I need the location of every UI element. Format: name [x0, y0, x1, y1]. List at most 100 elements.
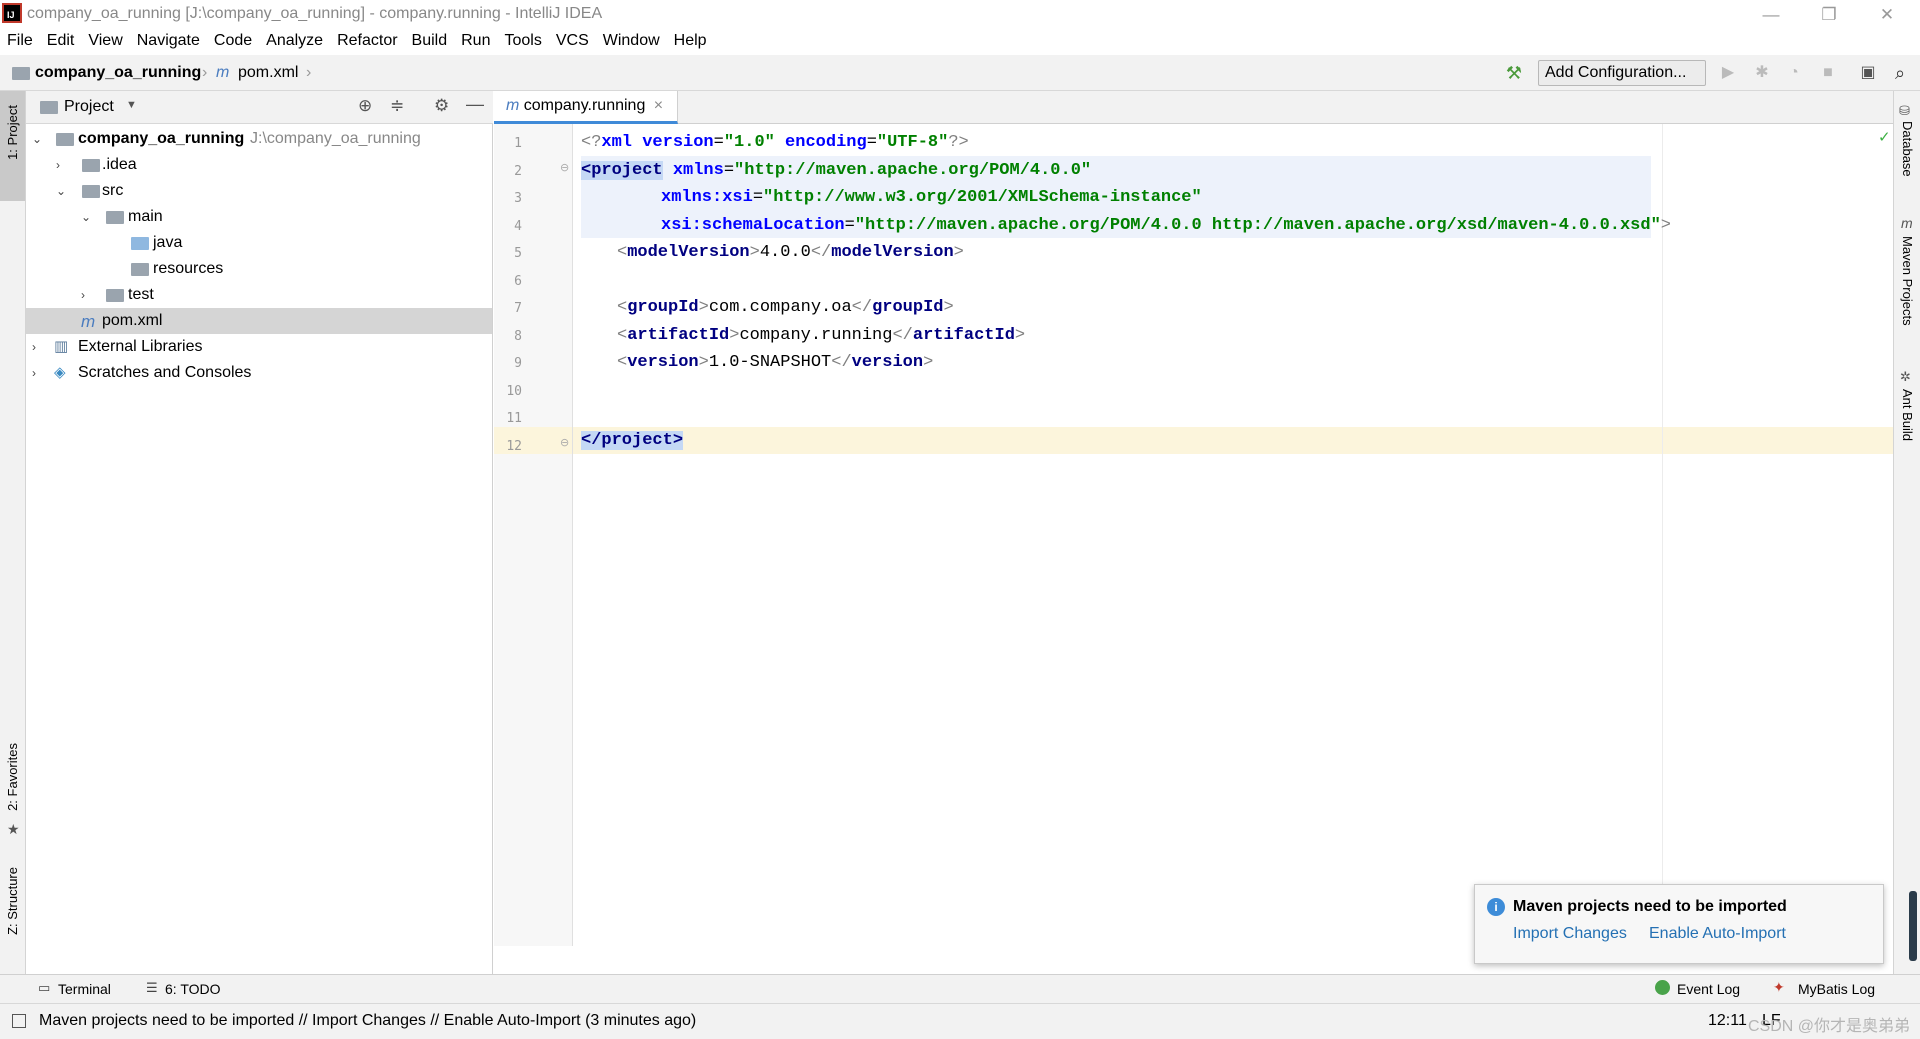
intellij-logo-icon [2, 3, 22, 23]
folder-icon [106, 289, 124, 302]
caret-position[interactable]: 12:11 [1708, 1012, 1747, 1030]
minimize-button[interactable]: — [1748, 0, 1794, 29]
expanded-arrow-icon[interactable]: ⌄ [32, 126, 42, 152]
fold-end-icon[interactable]: ⊖ [560, 436, 569, 449]
breadcrumb-project[interactable]: company_oa_running [35, 64, 201, 82]
collapse-all-icon[interactable]: ≑ [390, 96, 404, 116]
hide-panel-icon[interactable]: — [466, 94, 484, 115]
left-tool-strip: 1: Project 2: Favorites ★ Z: Structure [0, 91, 26, 974]
tool-windows-toggle-icon[interactable] [12, 1014, 26, 1028]
menu-vcs[interactable]: VCS [549, 29, 596, 50]
close-tab-icon[interactable]: × [654, 97, 663, 114]
menu-bar: File Edit View Navigate Code Analyze Refactor B… [0, 29, 1920, 55]
close-window-button[interactable]: ✕ [1864, 0, 1910, 29]
todo-tab[interactable]: 6: TODO [165, 981, 221, 997]
right-margin-guide [1662, 124, 1663, 946]
tree-item-resources[interactable]: resources [26, 256, 492, 282]
settings-gear-icon[interactable]: ⚙ [434, 96, 449, 116]
menu-analyze[interactable]: Analyze [259, 29, 330, 50]
collapsed-arrow-icon[interactable]: › [81, 282, 85, 308]
tree-item-java[interactable]: java [26, 230, 492, 256]
structure-tool-tab[interactable]: Z: Structure [5, 867, 20, 935]
editor-tab-label: company.running [523, 97, 646, 114]
collapsed-arrow-icon[interactable]: › [32, 334, 36, 360]
favorites-tool-tab[interactable]: 2: Favorites [5, 743, 20, 811]
tree-item-test[interactable]: › test [26, 282, 492, 308]
menu-window[interactable]: Window [596, 29, 667, 50]
stop-icon[interactable]: ■ [1818, 63, 1838, 83]
menu-help[interactable]: Help [667, 29, 714, 50]
bottom-tool-bar: ▭ Terminal ☰ 6: TODO Event Log ✦ MyBatis… [0, 974, 1920, 1003]
add-configuration-button[interactable]: Add Configuration... [1538, 60, 1706, 86]
tree-item-pom[interactable]: m pom.xml [26, 308, 492, 334]
source-folder-icon [131, 237, 149, 250]
maven-import-notification: i Maven projects need to be imported Imp… [1474, 884, 1884, 964]
enable-auto-import-link[interactable]: Enable Auto-Import [1649, 925, 1786, 943]
collapsed-arrow-icon[interactable]: › [56, 152, 60, 178]
menu-tools[interactable]: Tools [497, 29, 548, 50]
menu-file[interactable]: File [0, 29, 40, 50]
ant-icon: ✲ [1900, 369, 1911, 384]
event-log-tab[interactable]: Event Log [1677, 981, 1740, 997]
breadcrumb-separator-icon: › [202, 64, 208, 81]
info-icon: i [1487, 898, 1505, 916]
menu-build[interactable]: Build [405, 29, 455, 50]
code-editor[interactable]: ✓ <?xml version="1.0" encoding="UTF-8"?>… [573, 124, 1893, 946]
line-number: 5 [514, 246, 522, 261]
restore-button[interactable]: ❐ [1806, 0, 1852, 29]
menu-code[interactable]: Code [207, 29, 259, 50]
run-icon[interactable]: ▶ [1718, 63, 1738, 83]
search-icon[interactable]: ⌕ [1890, 63, 1910, 83]
status-message[interactable]: Maven projects need to be imported // Im… [39, 1012, 696, 1030]
fold-icon[interactable]: ⊖ [560, 161, 569, 174]
import-changes-link[interactable]: Import Changes [1513, 925, 1627, 943]
database-tool-tab[interactable]: Database [1900, 121, 1915, 177]
terminal-tab[interactable]: Terminal [58, 981, 111, 997]
project-tree: ⌄ company_oa_running J:\company_oa_runni… [26, 126, 492, 974]
editor-tab-pom[interactable]: m company.running × [494, 91, 678, 124]
tree-item-idea[interactable]: › .idea [26, 152, 492, 178]
ant-build-tool-tab[interactable]: Ant Build [1900, 389, 1915, 441]
navigation-bar: company_oa_running › m pom.xml › ⚒ Add C… [0, 55, 1920, 91]
project-view-icon [40, 101, 58, 114]
maven-tool-tab[interactable]: Maven Projects [1900, 236, 1915, 326]
breadcrumb-file[interactable]: pom.xml [238, 64, 298, 82]
inspection-ok-icon[interactable]: ✓ [1878, 128, 1891, 146]
tree-item-main[interactable]: ⌄ main [26, 204, 492, 230]
project-view-selector[interactable]: Project [64, 98, 114, 116]
menu-navigate[interactable]: Navigate [130, 29, 207, 50]
line-number: 10 [506, 384, 522, 399]
build-hammer-icon[interactable]: ⚒ [1504, 63, 1524, 83]
tree-item-label: .idea [102, 156, 137, 173]
current-line-highlight [573, 427, 1893, 454]
tree-item-external-libraries[interactable]: › ▥ External Libraries [26, 334, 492, 360]
menu-view[interactable]: View [81, 29, 129, 50]
mybatis-log-tab[interactable]: MyBatis Log [1798, 981, 1875, 997]
mybatis-bird-icon: ✦ [1773, 979, 1785, 995]
code-line-12: </project> [581, 431, 684, 450]
coverage-icon[interactable]: ◔ [1784, 63, 1804, 83]
line-number: 9 [514, 356, 522, 371]
menu-run[interactable]: Run [454, 29, 497, 50]
scratches-icon: ◈ [54, 364, 66, 381]
project-structure-icon[interactable]: ▣ [1858, 63, 1878, 83]
tree-item-project-root[interactable]: ⌄ company_oa_running J:\company_oa_runni… [26, 126, 492, 152]
project-tool-tab[interactable]: 1: Project [5, 105, 20, 160]
maven-file-icon: m [506, 97, 520, 114]
collapsed-arrow-icon[interactable]: › [32, 360, 36, 386]
right-tool-strip: ⛁ Database m Maven Projects ✲ Ant Build [1893, 91, 1920, 974]
tree-item-path: J:\company_oa_running [250, 130, 421, 147]
menu-refactor[interactable]: Refactor [330, 29, 404, 50]
tree-item-src[interactable]: ⌄ src [26, 178, 492, 204]
maven-file-icon: m [81, 312, 96, 331]
expanded-arrow-icon[interactable]: ⌄ [56, 178, 66, 204]
expanded-arrow-icon[interactable]: ⌄ [81, 204, 91, 230]
tree-item-scratches[interactable]: › ◈ Scratches and Consoles [26, 360, 492, 386]
dropdown-arrow-icon[interactable]: ▼ [126, 99, 137, 111]
debug-icon[interactable]: ✱ [1752, 63, 1772, 83]
breadcrumb-end-icon: › [306, 64, 312, 81]
menu-edit[interactable]: Edit [40, 29, 82, 50]
editor-tab-bar: m company.running × [494, 91, 1893, 124]
locate-file-icon[interactable]: ⊕ [358, 96, 372, 116]
code-line-7: <groupId>com.company.oa</groupId> [617, 298, 954, 317]
